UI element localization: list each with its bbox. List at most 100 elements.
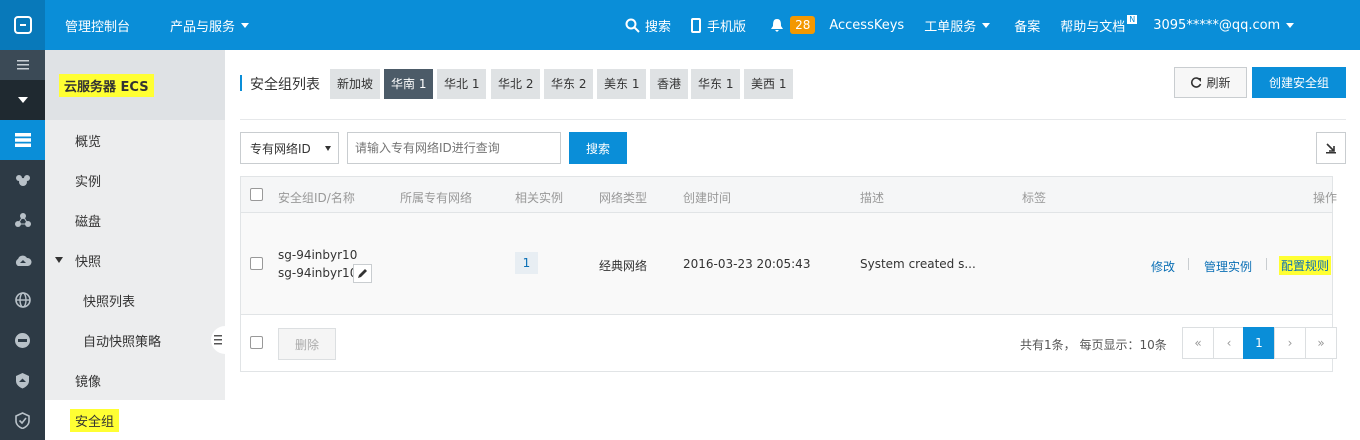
- sidebar-header: 云服务器 ECS: [45, 50, 225, 120]
- aliyun-logo-icon[interactable]: [0, 0, 45, 50]
- sidebar-item-auto-snapshot-policy[interactable]: 自动快照策略: [45, 320, 225, 360]
- title-accent-bar: [240, 75, 242, 91]
- notifications-button[interactable]: 28: [770, 16, 816, 34]
- collapse-icon: [214, 335, 222, 345]
- help-label: 帮助与文档: [1060, 19, 1126, 35]
- action-separator: [1188, 258, 1189, 270]
- edit-name-button[interactable]: [353, 264, 372, 283]
- tickets-menu[interactable]: 工单服务: [924, 16, 991, 35]
- header-instances: 相关实例: [515, 191, 564, 205]
- console-link[interactable]: 管理控制台: [65, 16, 130, 35]
- search-button[interactable]: 搜索: [569, 132, 627, 164]
- filter-type-select[interactable]: 专有网络ID: [240, 132, 339, 164]
- accesskeys-link[interactable]: AccessKeys: [829, 18, 904, 33]
- current-page-button[interactable]: 1: [1243, 327, 1275, 359]
- sidebar-item-snapshot-list[interactable]: 快照列表: [45, 280, 225, 320]
- mobile-label: 手机版: [707, 19, 747, 35]
- chevron-down-icon: [241, 22, 250, 28]
- next-page-button[interactable]: ›: [1274, 327, 1306, 359]
- header-vpc: 所属专有网络: [400, 191, 473, 205]
- ecs-server-icon[interactable]: [0, 120, 45, 160]
- product-icon-bar: [0, 50, 45, 440]
- beian-link[interactable]: 备案: [1014, 16, 1040, 35]
- sidebar-item-snapshots[interactable]: 快照: [45, 240, 225, 280]
- region-tab[interactable]: 新加坡: [330, 69, 381, 99]
- region-tab[interactable]: 华东 1: [691, 69, 741, 99]
- dns-icon[interactable]: [0, 320, 45, 360]
- region-tab[interactable]: 华北 2: [491, 69, 541, 99]
- caret-down-icon: [325, 145, 331, 151]
- chevron-down-icon: [982, 22, 991, 28]
- sidebar-item-images[interactable]: 镜像: [45, 360, 225, 400]
- sidebar-item-label: 实例: [75, 174, 102, 190]
- region-tab[interactable]: 华东 2: [544, 69, 594, 99]
- row-checkbox[interactable]: [250, 257, 263, 270]
- products-menu[interactable]: 产品与服务: [170, 16, 250, 35]
- top-navbar: 管理控制台 产品与服务 搜索 手机版 28 AccessKeys 工单服务 备案…: [0, 0, 1360, 50]
- delete-button[interactable]: 删除: [278, 328, 336, 360]
- sidebar-item-label: 自动快照策略: [83, 334, 162, 350]
- configure-rules-link[interactable]: 配置规则: [1279, 256, 1332, 275]
- collapse-toggle-icon[interactable]: [0, 80, 45, 120]
- search-label: 搜索: [645, 19, 672, 35]
- sidebar: 云服务器 ECS 概览 实例 磁盘 快照 快照列表 自动快照策略 镜像 安全组: [45, 50, 225, 440]
- sidebar-item-label: 快照: [75, 254, 102, 270]
- search-icon: [625, 18, 640, 33]
- sidebar-item-instances[interactable]: 实例: [45, 160, 225, 200]
- refresh-button[interactable]: 刷新: [1174, 67, 1247, 98]
- vpc-search-input[interactable]: [347, 132, 561, 164]
- user-email: 3095*****@qq.com: [1153, 17, 1281, 33]
- tickets-label: 工单服务: [924, 19, 977, 35]
- pagination-info: 共有1条， 每页显示：10条: [1020, 338, 1167, 352]
- menu-icon[interactable]: [0, 50, 45, 80]
- sidebar-item-label: 磁盘: [75, 214, 102, 230]
- region-tab[interactable]: 美西 1: [744, 69, 794, 99]
- products-label: 产品与服务: [170, 19, 236, 35]
- region-tab-active[interactable]: 华南 1: [384, 69, 434, 99]
- sidebar-item-security-groups[interactable]: 安全组: [45, 400, 225, 440]
- search-link[interactable]: 搜索: [625, 16, 671, 35]
- region-tab[interactable]: 华北 1: [437, 69, 487, 99]
- modify-link[interactable]: 修改: [1151, 258, 1175, 275]
- header-network-type: 网络类型: [599, 191, 648, 205]
- sidebar-item-label: 安全组: [70, 408, 120, 432]
- prev-page-button[interactable]: ‹: [1213, 327, 1245, 359]
- help-link[interactable]: 帮助与文档 N: [1060, 14, 1138, 35]
- bell-icon: [771, 18, 784, 32]
- description-value: System created s...: [860, 257, 976, 271]
- header-tags: 标签: [1022, 191, 1047, 205]
- filter-type-value: 专有网络ID: [250, 141, 311, 156]
- user-menu[interactable]: 3095*****@qq.com: [1153, 17, 1295, 33]
- mobile-link[interactable]: 手机版: [691, 16, 746, 35]
- network-nodes-icon[interactable]: [0, 200, 45, 240]
- refresh-icon: [1191, 76, 1202, 88]
- region-tab[interactable]: 香港: [650, 69, 689, 99]
- manage-instances-link[interactable]: 管理实例: [1204, 258, 1252, 275]
- pencil-icon: [358, 269, 367, 278]
- page-title: 安全组列表: [250, 77, 320, 93]
- instance-count-link[interactable]: 1: [515, 252, 538, 274]
- group-icon[interactable]: [0, 160, 45, 200]
- header-description: 描述: [860, 191, 885, 205]
- last-page-button[interactable]: »: [1305, 327, 1337, 359]
- download-icon: [1326, 143, 1336, 154]
- sidebar-item-label: 概览: [75, 134, 102, 150]
- mobile-icon: [691, 17, 702, 33]
- sidebar-item-overview[interactable]: 概览: [45, 120, 225, 160]
- export-button[interactable]: [1316, 132, 1346, 164]
- shield-check-icon[interactable]: [0, 400, 45, 440]
- footer-select-checkbox[interactable]: [250, 336, 263, 349]
- globe-icon[interactable]: [0, 280, 45, 320]
- create-security-group-button[interactable]: 创建安全组: [1252, 67, 1346, 98]
- sidebar-item-label: 镜像: [75, 374, 102, 390]
- cloud-upload-icon[interactable]: [0, 240, 45, 280]
- created-time-value: 2016-03-23 20:05:43: [683, 257, 811, 271]
- sidebar-item-disks[interactable]: 磁盘: [45, 200, 225, 240]
- security-group-table: 安全组ID/名称 所属专有网络 相关实例 网络类型 创建时间 描述 标签 操作 …: [240, 176, 1337, 372]
- region-tab[interactable]: 美东 1: [597, 69, 647, 99]
- header-created: 创建时间: [683, 191, 732, 205]
- refresh-label: 刷新: [1206, 76, 1231, 90]
- select-all-checkbox[interactable]: [250, 188, 263, 201]
- first-page-button[interactable]: «: [1182, 327, 1214, 359]
- shield-cloud-icon[interactable]: [0, 360, 45, 400]
